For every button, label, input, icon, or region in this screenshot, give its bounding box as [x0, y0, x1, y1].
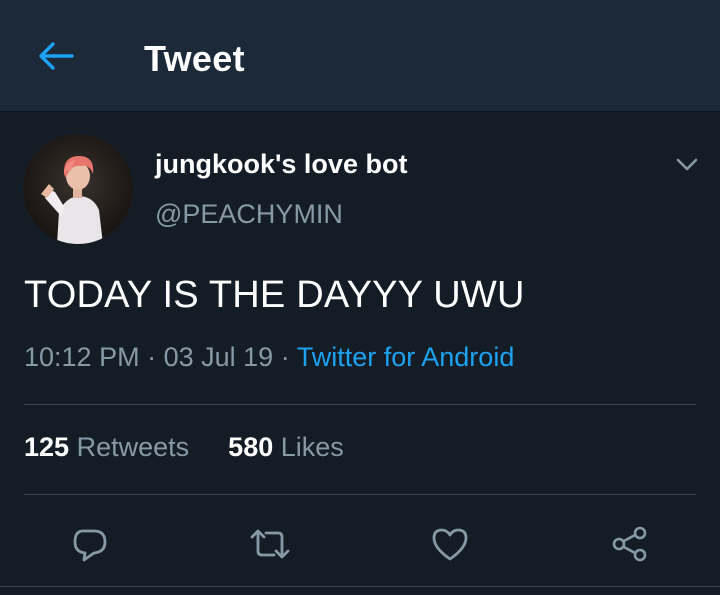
- bottom-divider: [0, 586, 720, 587]
- retweet-button[interactable]: [242, 516, 298, 572]
- tweet-time: 10:12 PM: [24, 342, 140, 372]
- share-button[interactable]: [602, 516, 658, 572]
- likes-label: Likes: [280, 432, 344, 462]
- divider: [24, 494, 696, 495]
- share-icon: [612, 526, 647, 562]
- user-handle[interactable]: @PEACHYMIN: [155, 199, 343, 230]
- heart-icon: [432, 528, 468, 561]
- display-name[interactable]: jungkook's love bot: [155, 149, 407, 180]
- tweet-date: 03 Jul 19: [163, 342, 274, 372]
- action-bar: [0, 516, 720, 572]
- avatar[interactable]: [23, 134, 133, 244]
- like-button[interactable]: [422, 516, 478, 572]
- tweet-stats: 125 Retweets 580 Likes: [24, 432, 344, 463]
- chevron-down-icon: [676, 158, 698, 171]
- separator: ·: [280, 342, 290, 372]
- reply-icon: [73, 529, 107, 562]
- divider: [24, 404, 696, 405]
- retweets-label: Retweets: [76, 432, 190, 462]
- reply-button[interactable]: [62, 516, 118, 572]
- top-bar: Tweet: [0, 0, 720, 112]
- tweet-source-link[interactable]: Twitter for Android: [297, 342, 515, 372]
- avatar-image: [23, 134, 133, 244]
- tweet-options-button[interactable]: [670, 150, 704, 180]
- tweet-text: TODAY IS THE DAYYY UWU: [24, 274, 525, 316]
- likes-stat[interactable]: 580 Likes: [228, 432, 344, 462]
- likes-count: 580: [228, 432, 274, 462]
- retweets-count: 125: [24, 432, 70, 462]
- tweet-metadata: 10:12 PM · 03 Jul 19 · Twitter for Andro…: [24, 342, 514, 373]
- separator: ·: [147, 342, 157, 372]
- back-button[interactable]: [34, 36, 78, 76]
- retweet-icon: [250, 529, 290, 559]
- page-title: Tweet: [144, 38, 245, 79]
- retweets-stat[interactable]: 125 Retweets: [24, 432, 197, 462]
- arrow-left-icon: [39, 42, 74, 70]
